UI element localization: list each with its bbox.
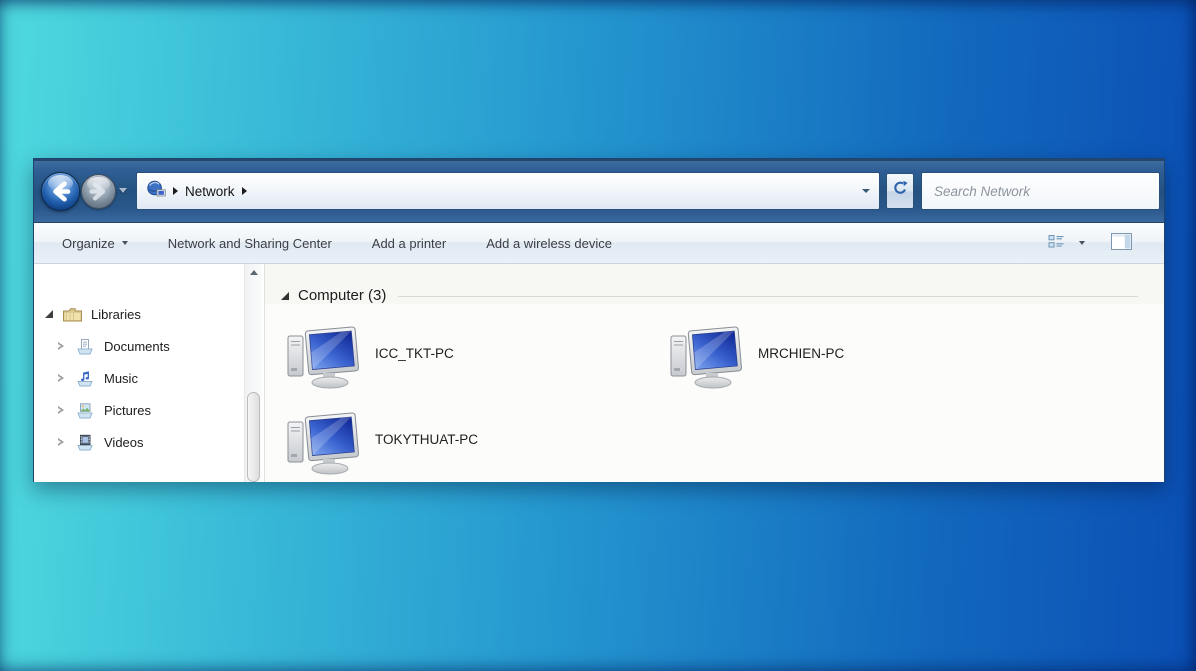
refresh-button[interactable] bbox=[886, 173, 914, 209]
forward-arrow-icon bbox=[82, 175, 115, 213]
address-dropdown-icon[interactable] bbox=[862, 189, 870, 193]
computer-name: ICC_TKT-PC bbox=[375, 346, 454, 361]
group-title: Computer (3) bbox=[298, 287, 386, 304]
tree-collapsed-icon[interactable] bbox=[58, 374, 64, 382]
music-icon bbox=[75, 370, 97, 387]
tree-collapsed-icon[interactable] bbox=[58, 342, 64, 350]
sidebar-item-videos[interactable]: Videos bbox=[34, 426, 264, 458]
group-header[interactable]: Computer (3) bbox=[281, 287, 1138, 304]
search-input[interactable] bbox=[932, 183, 1149, 200]
sidebar-item-documents[interactable]: Documents bbox=[34, 330, 264, 362]
computer-name: MRCHIEN-PC bbox=[758, 346, 844, 361]
address-bar[interactable]: Network bbox=[136, 172, 880, 210]
sidebar-item-pictures[interactable]: Pictures bbox=[34, 394, 264, 426]
computer-icon bbox=[668, 326, 746, 395]
sidebar-item-libraries[interactable]: Libraries bbox=[34, 298, 264, 330]
folder-tree: Libraries Documents bbox=[34, 264, 264, 458]
breadcrumb-network[interactable]: Network bbox=[185, 184, 235, 199]
navigation-bar: Network bbox=[34, 159, 1164, 223]
search-box[interactable] bbox=[921, 172, 1160, 210]
sidebar-item-label: Music bbox=[104, 371, 138, 386]
tree-collapsed-icon[interactable] bbox=[58, 438, 64, 446]
breadcrumb-arrow-icon[interactable] bbox=[173, 187, 178, 195]
desktop-background: Network Organize bbox=[0, 0, 1196, 671]
organize-label: Organize bbox=[62, 236, 115, 251]
preview-pane-button[interactable] bbox=[1111, 233, 1132, 253]
sidebar-item-label: Videos bbox=[104, 435, 144, 450]
refresh-icon bbox=[892, 180, 908, 202]
chevron-down-icon bbox=[122, 241, 128, 245]
back-arrow-icon bbox=[42, 173, 79, 215]
preview-pane-icon bbox=[1111, 233, 1132, 253]
network-sharing-center-button[interactable]: Network and Sharing Center bbox=[168, 236, 332, 251]
breadcrumb-arrow-icon[interactable] bbox=[242, 187, 247, 195]
toolbar-right-group bbox=[1048, 233, 1164, 253]
sidebar-item-label: Documents bbox=[104, 339, 170, 354]
views-icon bbox=[1048, 234, 1065, 252]
change-view-button[interactable] bbox=[1048, 234, 1085, 252]
computer-item-tokythuat-pc[interactable]: TOKYTHUAT-PC bbox=[285, 412, 478, 481]
pictures-icon bbox=[75, 402, 97, 419]
group-header-rule bbox=[398, 296, 1138, 297]
add-wireless-device-button[interactable]: Add a wireless device bbox=[486, 236, 612, 251]
libraries-icon bbox=[62, 306, 84, 323]
forward-button[interactable] bbox=[81, 174, 116, 209]
sidebar-item-label: Libraries bbox=[91, 307, 141, 322]
scroll-up-icon bbox=[250, 270, 258, 275]
navigation-pane: Libraries Documents bbox=[34, 264, 265, 482]
command-bar: Organize Network and Sharing Center Add … bbox=[34, 223, 1164, 264]
tree-expanded-icon[interactable] bbox=[45, 310, 53, 318]
computer-name: TOKYTHUAT-PC bbox=[375, 432, 478, 447]
computer-item-mrchien-pc[interactable]: MRCHIEN-PC bbox=[668, 326, 844, 395]
organize-button[interactable]: Organize bbox=[62, 236, 128, 251]
sidebar-item-music[interactable]: Music bbox=[34, 362, 264, 394]
scroll-up-button[interactable] bbox=[245, 264, 262, 281]
documents-icon bbox=[75, 338, 97, 355]
network-location-icon bbox=[146, 180, 166, 203]
chevron-down-icon bbox=[1079, 241, 1085, 245]
scrollbar-thumb[interactable] bbox=[247, 392, 260, 482]
tree-collapsed-icon[interactable] bbox=[58, 406, 64, 414]
group-collapse-icon[interactable] bbox=[281, 292, 289, 300]
videos-icon bbox=[75, 434, 97, 451]
explorer-window: Network Organize bbox=[33, 158, 1165, 482]
window-body: Libraries Documents bbox=[34, 264, 1164, 482]
recent-pages-chevron-icon[interactable] bbox=[119, 188, 127, 193]
files-pane: Computer (3) bbox=[265, 264, 1164, 482]
back-button[interactable] bbox=[41, 172, 80, 211]
sidebar-item-label: Pictures bbox=[104, 403, 151, 418]
sidebar-scrollbar[interactable] bbox=[244, 264, 262, 482]
computer-icon bbox=[285, 326, 363, 395]
computer-icon bbox=[285, 412, 363, 481]
computer-item-icc-tkt-pc[interactable]: ICC_TKT-PC bbox=[285, 326, 454, 395]
add-printer-button[interactable]: Add a printer bbox=[372, 236, 446, 251]
